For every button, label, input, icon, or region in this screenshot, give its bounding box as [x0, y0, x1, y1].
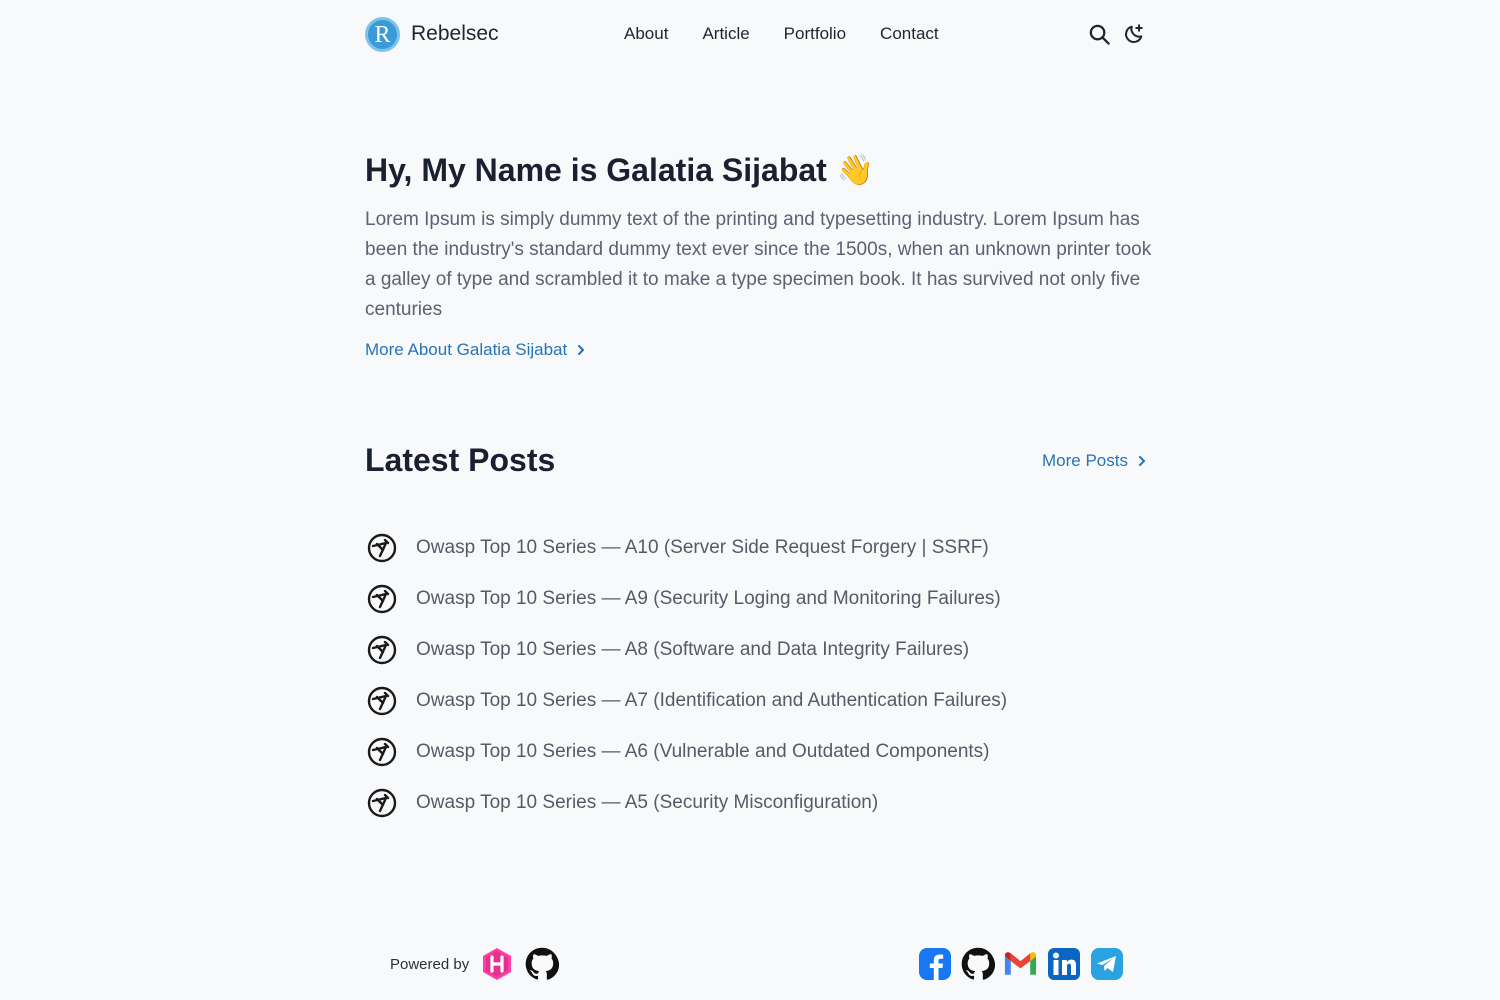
logo-letter: R [374, 21, 391, 48]
powered-by-label: Powered by [390, 955, 470, 973]
list-item[interactable]: Owasp Top 10 Series — A5 (Security Misco… [365, 777, 1155, 828]
owasp-icon [365, 735, 399, 769]
latest-posts-heading: Latest Posts [365, 442, 556, 478]
list-item[interactable]: Owasp Top 10 Series — A9 (Security Login… [365, 573, 1155, 624]
chevron-right-icon [578, 345, 585, 355]
facebook-icon[interactable] [917, 946, 952, 982]
owasp-icon [365, 633, 399, 667]
wave-emoji: 👋 [836, 154, 875, 187]
more-posts-label: More Posts [1042, 450, 1128, 470]
post-title: Owasp Top 10 Series — A6 (Vulnerable and… [416, 740, 990, 762]
logo-icon: R [365, 16, 400, 52]
owasp-icon [365, 531, 399, 565]
telegram-icon[interactable] [1089, 946, 1124, 982]
theme-toggle-icon[interactable] [1122, 22, 1146, 46]
latest-posts-header: Latest Posts More Posts [365, 442, 1146, 479]
post-list: Owasp Top 10 Series — A10 (Server Side R… [365, 522, 1155, 828]
list-item[interactable]: Owasp Top 10 Series — A8 (Software and D… [365, 624, 1155, 675]
social-links [917, 946, 1124, 982]
brand-name: Rebelsec [411, 22, 499, 45]
brand-link[interactable]: R Rebelsec [365, 16, 499, 52]
post-title: Owasp Top 10 Series — A9 (Security Login… [416, 587, 1001, 609]
intro-bio: Lorem Ipsum is simply dummy text of the … [365, 209, 1152, 320]
github-icon[interactable] [960, 946, 995, 982]
intro-section: Hy, My Name is Galatia Sijabat 👋 Lorem I… [365, 152, 1155, 360]
more-about-label: More About Galatia Sijabat [365, 340, 568, 359]
post-title: Owasp Top 10 Series — A8 (Software and D… [416, 638, 970, 660]
owasp-icon [365, 684, 399, 718]
github-icon[interactable] [524, 946, 559, 982]
main-nav: About Article Portfolio Contact [624, 14, 973, 54]
nav-about[interactable]: About [624, 24, 668, 44]
search-icon[interactable] [1087, 22, 1111, 46]
nav-contact[interactable]: Contact [880, 24, 939, 44]
powered-by: Powered by [390, 946, 559, 982]
post-title: Owasp Top 10 Series — A10 (Server Side R… [416, 536, 989, 558]
owasp-icon [365, 582, 399, 616]
list-item[interactable]: Owasp Top 10 Series — A7 (Identification… [365, 675, 1155, 726]
owasp-icon [365, 786, 399, 820]
nav-article[interactable]: Article [702, 24, 749, 44]
linkedin-icon[interactable] [1046, 946, 1081, 982]
list-item[interactable]: Owasp Top 10 Series — A6 (Vulnerable and… [365, 726, 1155, 777]
list-item[interactable]: Owasp Top 10 Series — A10 (Server Side R… [365, 522, 1155, 573]
site-header: R Rebelsec About Article Portfolio Conta… [365, 14, 1146, 54]
intro-title: Hy, My Name is Galatia Sijabat [365, 152, 827, 188]
more-about-link[interactable]: More About Galatia Sijabat [365, 340, 585, 360]
more-posts-link[interactable]: More Posts [1042, 451, 1146, 471]
header-actions [1087, 14, 1146, 54]
gmail-icon[interactable] [1003, 946, 1038, 982]
post-title: Owasp Top 10 Series — A7 (Identification… [416, 689, 1008, 711]
hugo-icon[interactable] [479, 946, 514, 982]
nav-portfolio[interactable]: Portfolio [784, 24, 846, 44]
intro-heading: Hy, My Name is Galatia Sijabat 👋 [365, 152, 1155, 189]
chevron-right-icon [1139, 455, 1145, 466]
post-title: Owasp Top 10 Series — A5 (Security Misco… [416, 791, 879, 813]
